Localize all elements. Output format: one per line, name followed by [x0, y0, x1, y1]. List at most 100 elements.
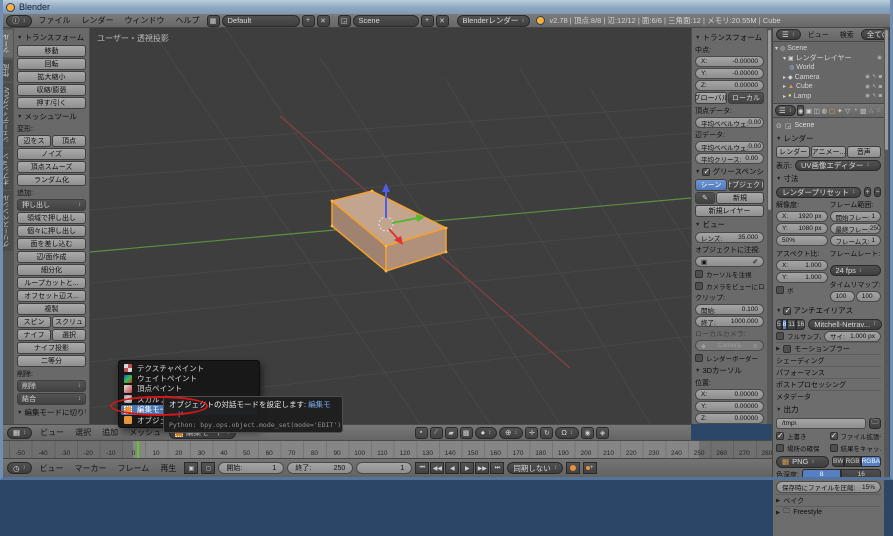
panel-header-mesh-tools[interactable]: ▼メッシュツール — [17, 111, 86, 122]
channel-rgb[interactable]: RGB — [844, 456, 860, 467]
tab-object[interactable]: ▢ — [829, 105, 836, 116]
animation-button[interactable]: アニメー... — [811, 146, 845, 158]
play-icon[interactable]: ▶ — [460, 462, 474, 474]
bevel-weight-vertex-field[interactable]: 平均ベベルウェ:0.00 — [695, 117, 764, 128]
toolshelf-button[interactable]: 押す/引く — [17, 97, 86, 109]
menu-item-weight-paint[interactable]: ウェイトペイント — [121, 373, 257, 383]
tab-grease-pencil[interactable]: グリースペンシル — [3, 191, 13, 251]
full-sample-row[interactable]: フルサンプル — [776, 331, 821, 341]
timeline-ruler[interactable]: -50-40-30-20-100102030405060708090100110… — [3, 440, 772, 458]
properties-scrollbar[interactable] — [884, 28, 889, 477]
scene-selector[interactable]: Scene — [353, 15, 419, 27]
record-icon[interactable] — [566, 462, 580, 474]
crease-field[interactable]: 平均クリース:0.00 — [695, 153, 764, 164]
depth-16[interactable]: 16 — [841, 469, 881, 480]
toolshelf-button[interactable]: 選択 — [52, 329, 86, 341]
toolshelf-button[interactable]: 辺をス — [17, 135, 51, 147]
menubar-menu-item[interactable]: ヘルプ — [171, 15, 205, 26]
tab-tools[interactable]: ツール — [3, 30, 13, 58]
lock-camera-row[interactable]: カメラをビューにロ... — [695, 281, 764, 291]
panel-header-render[interactable]: ▼レンダー — [776, 133, 881, 144]
opengl-render-anim-icon[interactable]: ◈ — [596, 427, 609, 439]
panel-header-grease-pencil[interactable]: ▼グリースペンシルレイ — [695, 166, 764, 177]
expand-icon[interactable]: ▾ — [783, 55, 786, 62]
aa-size-field[interactable]: サイ:1.000 px — [824, 331, 881, 342]
audio-button[interactable]: 音声 — [847, 146, 881, 158]
pin-icon[interactable]: ⊙ — [776, 122, 782, 130]
toolshelf-button[interactable]: 頂点 — [52, 135, 86, 147]
fps-dropdown[interactable]: 24 fps↕ — [830, 265, 882, 276]
delete-dropdown[interactable]: 削除↕ — [17, 380, 86, 392]
toolshelf-button[interactable]: オフセット辺ス... — [17, 290, 86, 302]
tab-texture[interactable]: ▨ — [860, 105, 867, 116]
global-button[interactable]: グローバル — [695, 92, 727, 104]
motion-blur-checkbox[interactable] — [783, 345, 791, 353]
viewport-menu-item[interactable]: メッシュ — [124, 427, 166, 438]
remap-new-field[interactable]: 100 — [856, 291, 881, 302]
editor-type-selector[interactable]: ☰↕ — [775, 105, 796, 116]
file-extensions-row[interactable]: ファイル拡張子 — [830, 431, 882, 441]
tab-modifiers[interactable]: ✦ — [836, 105, 843, 116]
gp-scene-tab[interactable]: シーン — [695, 179, 727, 191]
remap-old-field[interactable]: 100 — [830, 291, 855, 302]
prev-keyframe-icon[interactable]: ◀◀ — [430, 462, 444, 474]
panel-header-bake[interactable]: ▶ベイク — [776, 494, 881, 506]
timeline-menu-item[interactable]: マーカー — [70, 463, 112, 474]
grease-pencil-checkbox[interactable] — [702, 168, 710, 176]
jump-to-end-icon[interactable]: ⏭ — [490, 462, 504, 474]
viewport-menu-item[interactable]: ビュー — [35, 427, 69, 438]
gp-draw-icon[interactable]: ✎ — [695, 192, 715, 204]
toolshelf-button[interactable]: 拡大縮小 — [17, 71, 86, 83]
expand-icon[interactable]: ▸ — [783, 83, 786, 90]
display-dropdown[interactable]: UV画像エディター↕ — [795, 160, 881, 171]
vertex-select-icon[interactable]: ▪ — [415, 427, 428, 439]
manipulator-translate-icon[interactable]: ✛ — [525, 427, 538, 439]
toolshelf-button[interactable]: 回転 — [17, 58, 86, 70]
bevel-weight-edge-field[interactable]: 平均ベベルウェ:0.00 — [695, 141, 764, 152]
gp-object-tab[interactable]: オブジェクト — [728, 179, 764, 191]
camera-toggle-icon[interactable]: ◉ — [877, 55, 882, 61]
toolshelf-button[interactable]: 領域で押し出し — [17, 212, 86, 224]
add-scene-button[interactable]: + — [421, 15, 434, 27]
toolshelf-button[interactable]: スピン — [17, 316, 51, 328]
panel-header-output[interactable]: ▼出力 — [776, 404, 881, 415]
toolshelf-button[interactable]: スクリュ — [52, 316, 86, 328]
scene-icon[interactable]: ◲ — [338, 15, 351, 27]
tab-render-layers[interactable]: ▣ — [805, 105, 812, 116]
preview-range-icon[interactable]: ▣ — [184, 462, 198, 474]
panel-header-dimensions[interactable]: ▼寸法 — [776, 173, 881, 184]
panel-header-motion-blur[interactable]: ▶モーションブラー — [776, 342, 881, 354]
tab-scene[interactable]: ◫ — [813, 105, 820, 116]
selectability-icon[interactable]: ↖ — [872, 93, 877, 99]
next-keyframe-icon[interactable]: ▶▶ — [475, 462, 489, 474]
gp-new-button[interactable]: 新規 — [716, 192, 764, 204]
toolshelf-button[interactable]: ナイフ投影 — [17, 342, 86, 354]
overwrite-row[interactable]: 上書き — [776, 431, 828, 441]
timeline-menu-item[interactable]: 再生 — [155, 463, 181, 474]
collapsed-panel-header[interactable]: シェーディング — [776, 354, 881, 366]
lock-icon[interactable]: ◻ — [201, 462, 215, 474]
toolshelf-button[interactable]: ノイズ — [17, 148, 86, 160]
local-button[interactable]: ローカル — [728, 92, 764, 104]
add-preset-button[interactable]: + — [864, 187, 871, 197]
play-reverse-icon[interactable]: ◀ — [445, 462, 459, 474]
delete-layout-button[interactable]: ✕ — [317, 15, 330, 27]
menubar-menu-item[interactable]: レンダー — [77, 15, 119, 26]
pivot-point-dropdown[interactable]: ⊕↕ — [499, 427, 523, 439]
render-border-row[interactable]: レンダーボーダー — [695, 353, 764, 363]
checkbox[interactable] — [830, 432, 838, 440]
render-preset-dropdown[interactable]: レンダープリセット↕ — [776, 187, 861, 198]
output-path-field[interactable]: /tmp\ — [776, 418, 866, 429]
screen-layout-icon[interactable]: ▦ — [207, 15, 220, 27]
compression-slider[interactable]: 保存時にファイルを圧縮:15% — [776, 481, 881, 493]
tab-options[interactable]: オプション — [3, 149, 13, 190]
selectability-icon[interactable]: ↖ — [872, 74, 877, 80]
aa-sample-16[interactable]: 16 — [796, 319, 805, 330]
visibility-icon[interactable]: ◉ — [865, 84, 870, 90]
toolshelf-button[interactable]: 面を差し込む — [17, 238, 86, 250]
gp-new-layer-button[interactable]: 新規レイヤー — [695, 205, 764, 217]
checkbox[interactable] — [776, 444, 784, 452]
timeline-menu-item[interactable]: フレーム — [113, 463, 155, 474]
renderability-icon[interactable]: ◙ — [879, 74, 882, 80]
tab-particles[interactable]: ∴ — [868, 105, 875, 116]
